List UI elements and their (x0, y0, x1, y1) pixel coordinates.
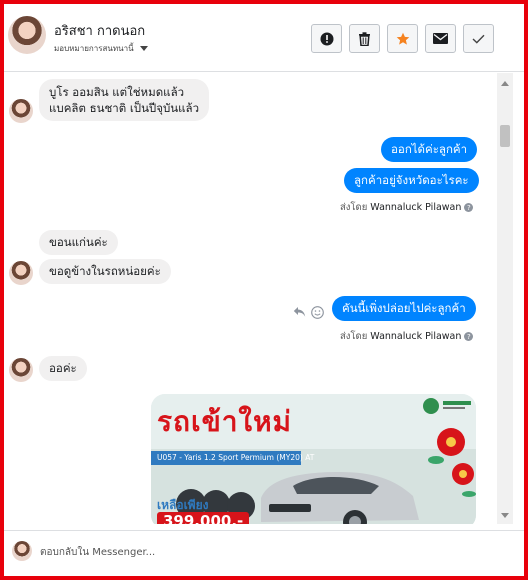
highlight-frame (0, 0, 528, 580)
